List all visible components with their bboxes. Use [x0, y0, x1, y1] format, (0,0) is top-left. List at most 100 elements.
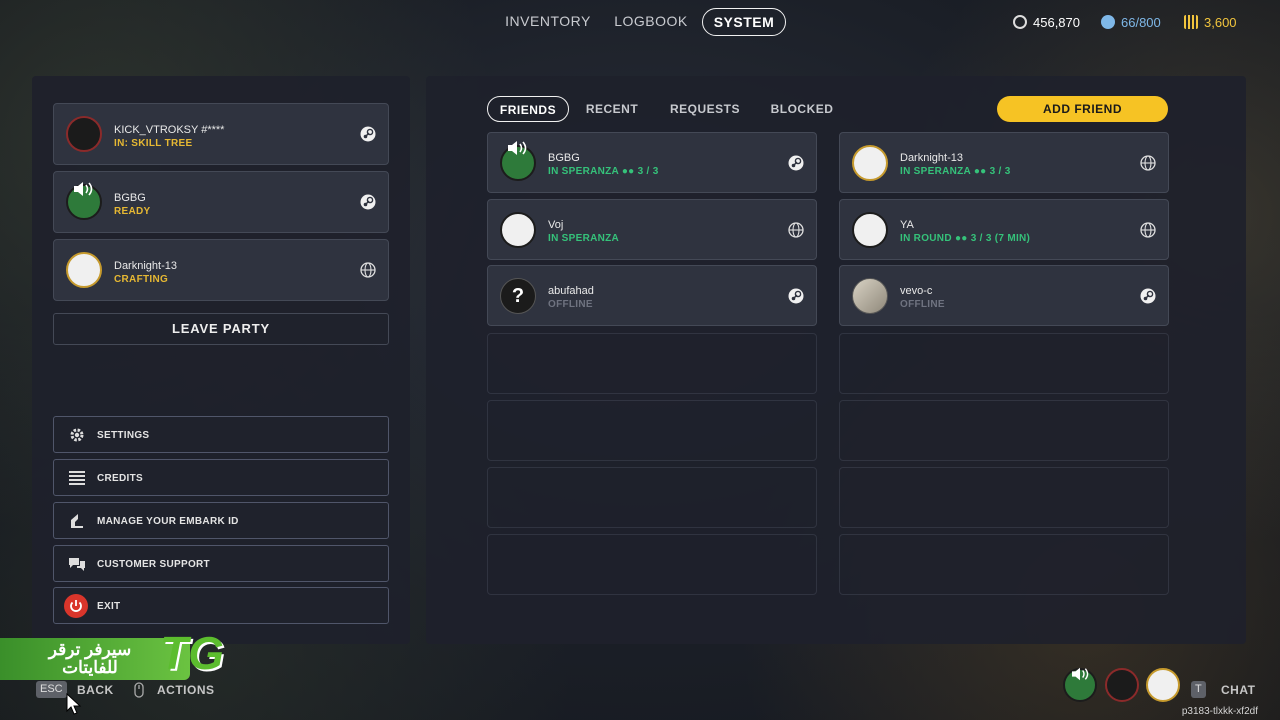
watermark-text: سيرفر ترقر للفايتات — [48, 640, 132, 677]
party-avatar-mini[interactable] — [1105, 668, 1139, 702]
tab-inventory[interactable]: INVENTORY — [500, 8, 596, 34]
watermark-logo: TG — [160, 627, 224, 679]
friend-card[interactable]: Darknight-13 IN SPERANZA ●● 3 / 3 — [839, 132, 1169, 193]
t-key: T — [1191, 681, 1206, 698]
exit-button[interactable]: EXIT — [53, 587, 389, 624]
friend-name: YA — [900, 219, 914, 231]
currency-coins: 456,870 — [1013, 12, 1080, 32]
party-member-status: READY — [114, 206, 151, 217]
friend-card[interactable]: ? abufahad OFFLINE — [487, 265, 817, 326]
mouse-icon — [134, 682, 144, 698]
steam-icon — [360, 194, 376, 210]
friend-status: IN SPERANZA — [548, 233, 619, 244]
currency-raider-value: 3,600 — [1204, 14, 1237, 30]
manage-embark-id-button[interactable]: MANAGE YOUR EMBARK ID — [53, 502, 389, 539]
tab-requests[interactable]: REQUESTS — [662, 96, 748, 122]
party-member-name: Darknight-13 — [114, 260, 177, 272]
menu-label: EXIT — [97, 601, 121, 612]
globe-icon — [788, 222, 804, 238]
party-member-status: IN: SKILL TREE — [114, 138, 193, 149]
list-icon — [69, 471, 85, 485]
tab-system[interactable]: SYSTEM — [702, 8, 786, 36]
party-member-name: KICK_VTROKSY #**** — [114, 124, 225, 136]
settings-button[interactable]: SETTINGS — [53, 416, 389, 453]
party-member-card[interactable]: Darknight-13 CRAFTING — [53, 239, 389, 301]
party-member-status: CRAFTING — [114, 274, 169, 285]
tab-blocked[interactable]: BLOCKED — [764, 96, 840, 122]
friend-name: vevo-c — [900, 285, 933, 297]
id-icon — [71, 514, 83, 528]
avatar — [852, 212, 888, 248]
friend-party-count: 3 / 3 (7 MIN) — [970, 233, 1031, 244]
credits-button[interactable]: CREDITS — [53, 459, 389, 496]
speaker-icon — [508, 141, 527, 155]
avatar — [66, 252, 102, 288]
esc-key: ESC — [36, 681, 67, 698]
friend-party-count: 3 / 3 — [637, 166, 659, 177]
actions-button[interactable]: ACTIONS — [157, 683, 215, 697]
menu-label: CREDITS — [97, 473, 143, 484]
menu-label: MANAGE YOUR EMBARK ID — [97, 516, 239, 527]
chat-button[interactable]: CHAT — [1221, 683, 1255, 697]
leave-party-button[interactable]: LEAVE PARTY — [53, 313, 389, 345]
friend-card[interactable]: vevo-c OFFLINE — [839, 265, 1169, 326]
empty-slot — [839, 333, 1169, 394]
empty-slot — [839, 534, 1169, 595]
currency-tokens-value: 66/800 — [1121, 14, 1161, 30]
avatar — [852, 278, 888, 314]
globe-icon — [1140, 222, 1156, 238]
friend-status: IN ROUND ●● 3 / 3 (7 MIN) — [900, 233, 1030, 244]
steam-icon — [788, 288, 804, 304]
empty-slot — [487, 467, 817, 528]
friend-card[interactable]: YA IN ROUND ●● 3 / 3 (7 MIN) — [839, 199, 1169, 260]
friend-status-text: IN SPERANZA — [900, 166, 971, 177]
globe-icon — [1140, 155, 1156, 171]
party-avatar-mini[interactable] — [1146, 668, 1180, 702]
party-member-name: BGBG — [114, 192, 146, 204]
friend-name: abufahad — [548, 285, 594, 297]
friend-name: Darknight-13 — [900, 152, 963, 164]
tab-recent[interactable]: RECENT — [580, 96, 644, 122]
back-button[interactable]: BACK — [77, 683, 114, 697]
friend-card[interactable]: Voj IN SPERANZA — [487, 199, 817, 260]
friend-party-count: 3 / 3 — [989, 166, 1011, 177]
raider-token-icon — [1184, 15, 1198, 29]
menu-label: CUSTOMER SUPPORT — [97, 559, 210, 570]
empty-slot — [839, 400, 1169, 461]
tab-logbook[interactable]: LOGBOOK — [608, 8, 694, 34]
friend-name: Voj — [548, 219, 564, 231]
token-icon — [1101, 15, 1115, 29]
steam-icon — [1140, 288, 1156, 304]
group-icon: ●● — [954, 233, 968, 244]
friend-status: OFFLINE — [900, 299, 945, 310]
friend-status-text: IN SPERANZA — [548, 233, 620, 244]
party-member-card[interactable]: BGBG READY — [53, 171, 389, 233]
currency-raider: 3,600 — [1184, 12, 1237, 32]
cursor-icon — [66, 693, 82, 715]
friend-status: OFFLINE — [548, 299, 593, 310]
menu-label: SETTINGS — [97, 430, 150, 441]
tab-friends[interactable]: FRIENDS — [487, 96, 569, 122]
friend-card[interactable]: BGBG IN SPERANZA ●● 3 / 3 — [487, 132, 817, 193]
top-nav: INVENTORY LOGBOOK SYSTEM — [0, 8, 1280, 36]
friend-status-text: IN ROUND — [900, 233, 952, 244]
gear-icon — [70, 428, 84, 442]
avatar — [66, 116, 102, 152]
avatar — [852, 145, 888, 181]
speaker-icon — [1072, 667, 1089, 681]
friend-status: IN SPERANZA ●● 3 / 3 — [900, 166, 1011, 177]
customer-support-button[interactable]: CUSTOMER SUPPORT — [53, 545, 389, 582]
speaker-icon — [74, 182, 93, 196]
empty-slot — [487, 400, 817, 461]
empty-slot — [487, 333, 817, 394]
group-icon: ●● — [973, 166, 987, 177]
power-icon — [64, 594, 88, 618]
chat-icon — [69, 558, 85, 571]
friend-status: IN SPERANZA ●● 3 / 3 — [548, 166, 659, 177]
globe-icon — [360, 262, 376, 278]
coin-icon — [1013, 15, 1027, 29]
add-friend-button[interactable]: ADD FRIEND — [997, 96, 1168, 122]
empty-slot — [487, 534, 817, 595]
party-member-card[interactable]: KICK_VTROKSY #**** IN: SKILL TREE — [53, 103, 389, 165]
friend-name: BGBG — [548, 152, 580, 164]
